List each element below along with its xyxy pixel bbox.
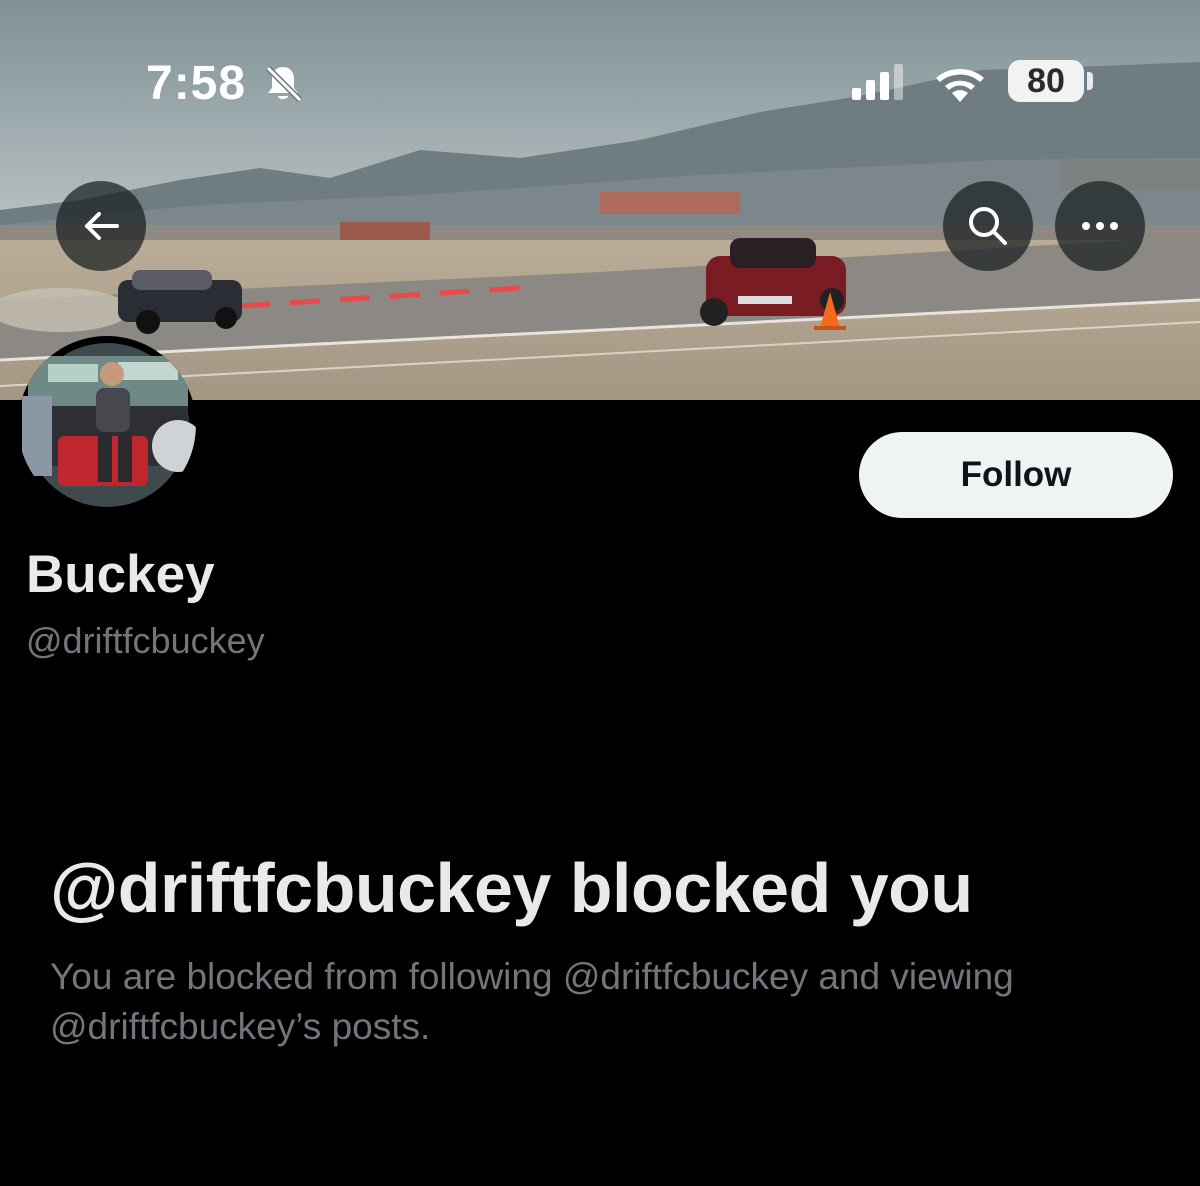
profile-handle: @driftfcbuckey <box>26 620 265 661</box>
blocked-description: You are blocked from following @driftfcb… <box>50 956 1014 1047</box>
battery-indicator: 80 <box>1008 60 1084 102</box>
back-button[interactable] <box>56 181 146 271</box>
arrow-left-icon <box>85 212 119 240</box>
battery-percent: 80 <box>1027 61 1065 100</box>
more-options-button[interactable] <box>1055 181 1145 271</box>
avatar[interactable] <box>18 336 196 514</box>
search-button[interactable] <box>943 181 1033 271</box>
follow-button[interactable]: Follow <box>859 432 1173 518</box>
battery-cap <box>1087 72 1093 90</box>
avatar-image <box>18 336 196 514</box>
bell-slash-icon <box>265 65 303 103</box>
status-time: 7:58 <box>146 57 247 110</box>
signal-icon <box>852 64 903 100</box>
search-icon <box>969 207 1007 245</box>
wifi-icon <box>936 69 984 102</box>
display-name: Buckey <box>26 545 215 604</box>
blocked-title: @driftfcbuckey blocked you <box>50 849 973 927</box>
more-horizontal-icon <box>1082 222 1118 230</box>
